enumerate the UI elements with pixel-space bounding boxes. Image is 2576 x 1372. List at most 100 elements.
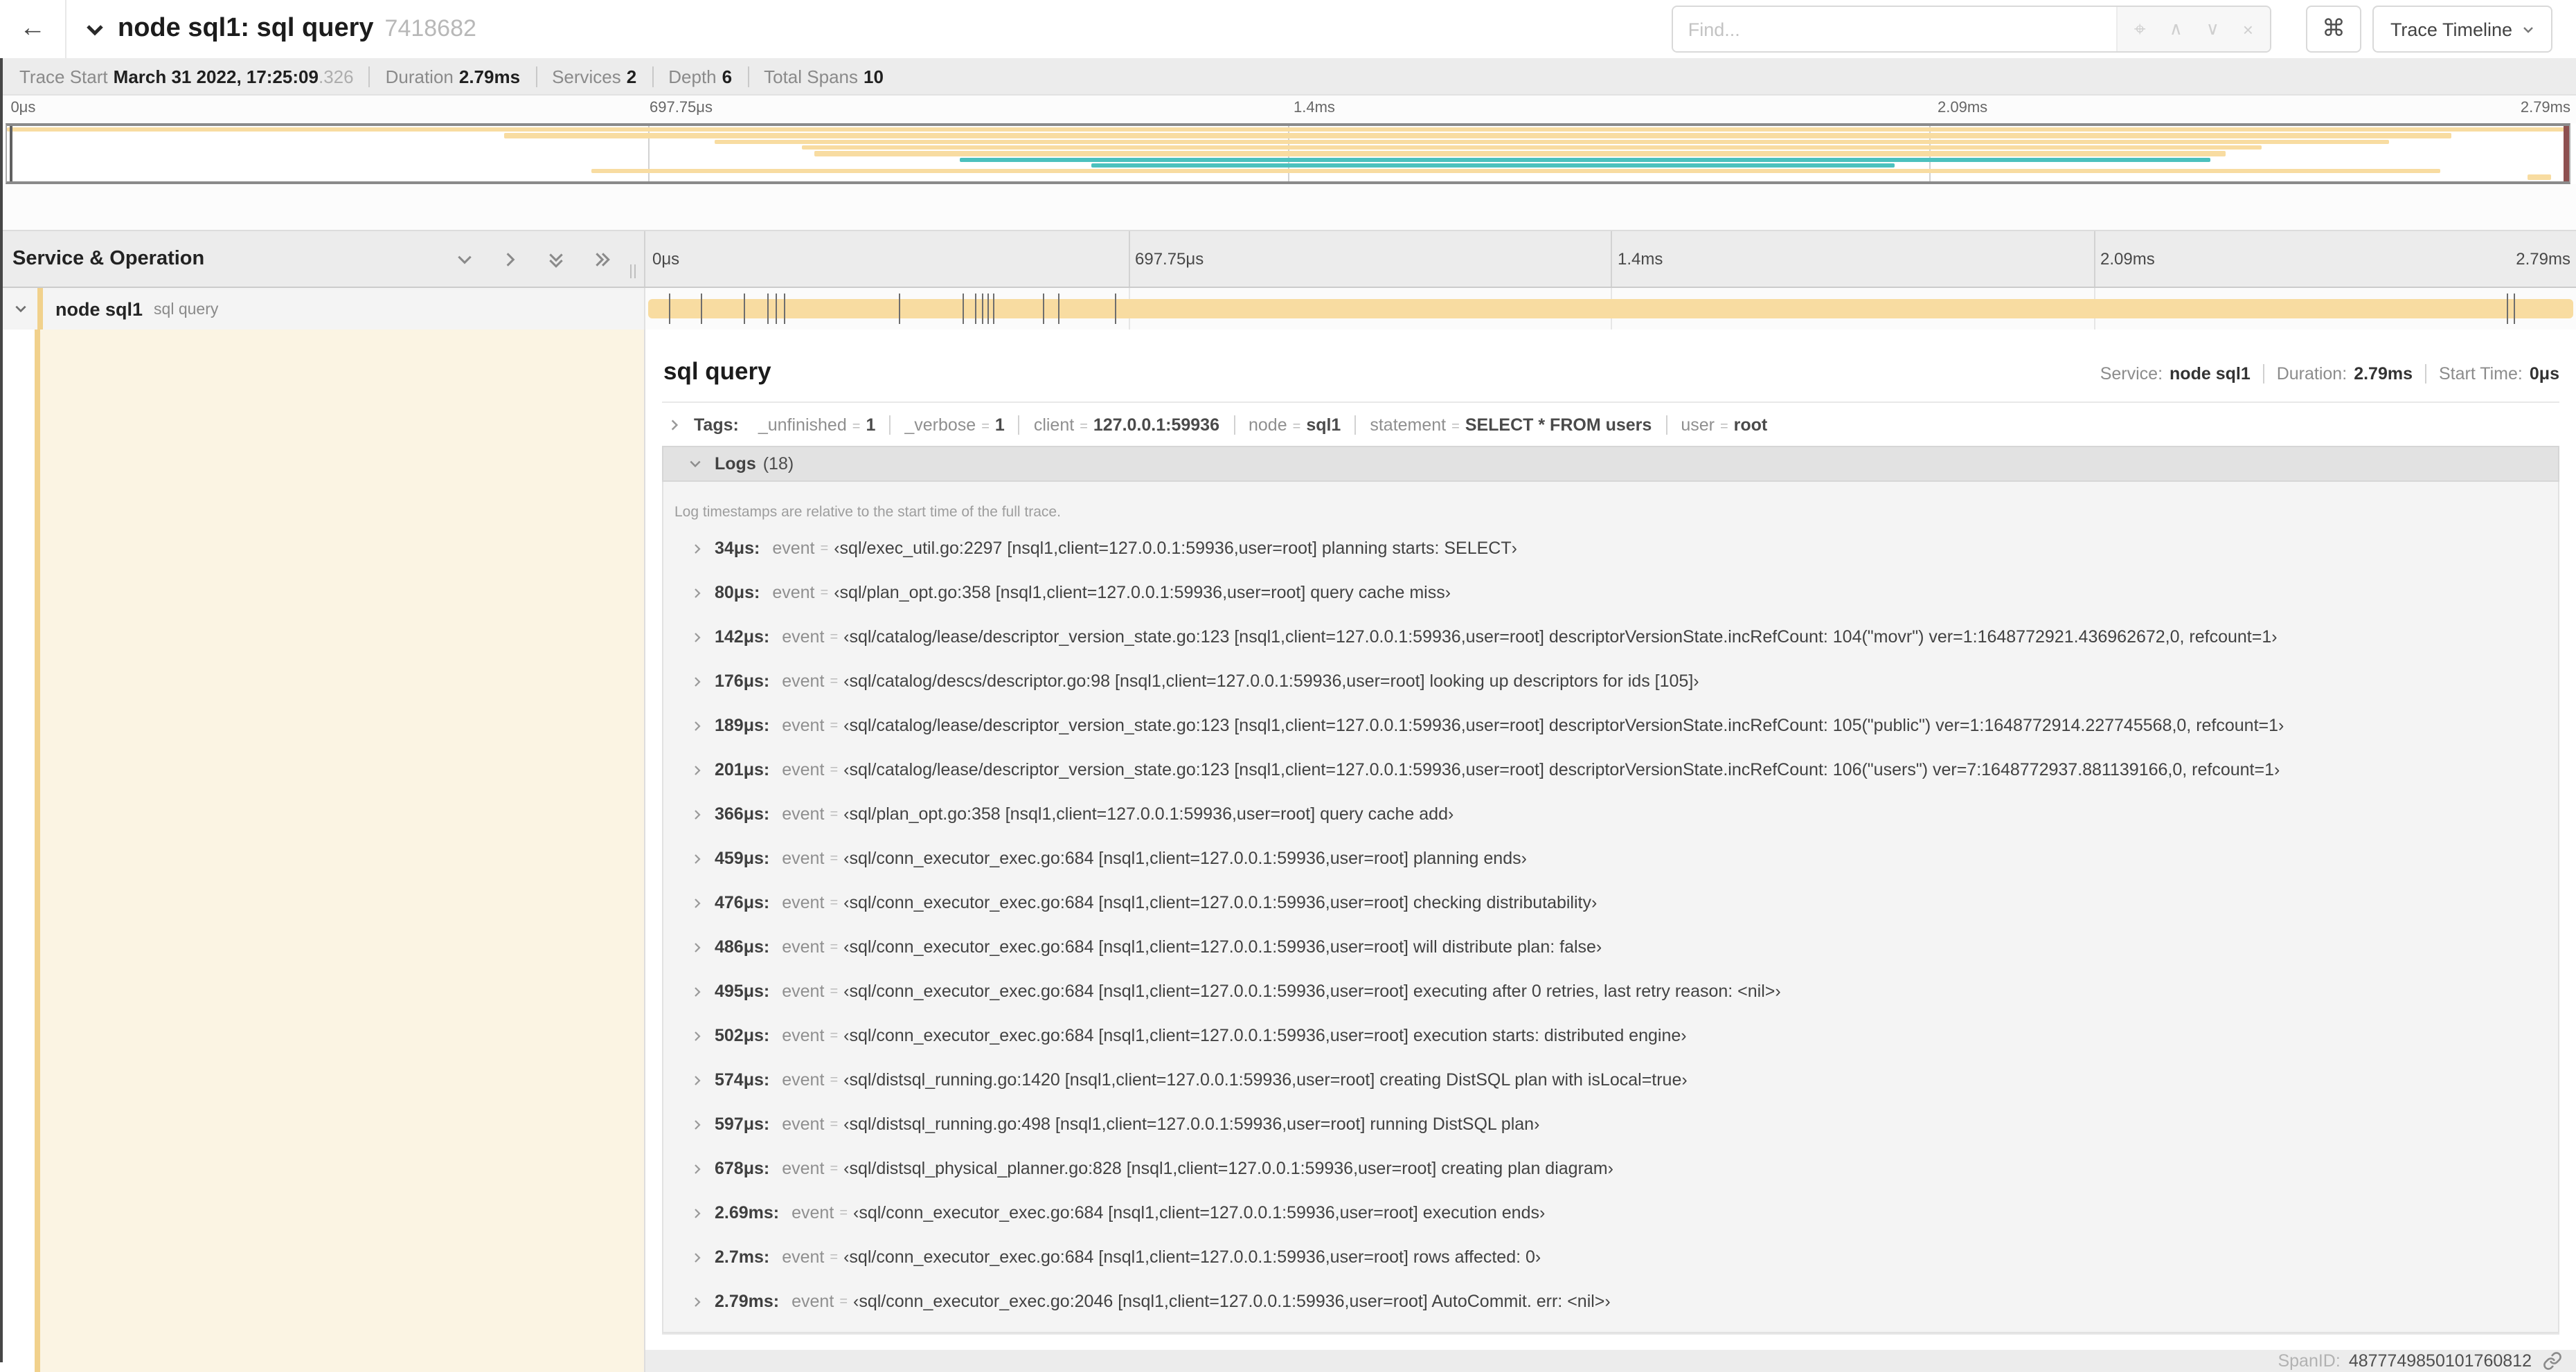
keyboard-shortcuts-button[interactable]: ⌘ — [2305, 6, 2361, 53]
ruler-tick-25: 697.75μs — [1135, 249, 1204, 269]
collapse-controls — [456, 250, 611, 268]
log-tick-mark — [776, 294, 778, 324]
equals-sign: = — [830, 806, 839, 822]
command-icon: ⌘ — [2321, 15, 2345, 42]
chevron-right-icon[interactable] — [691, 675, 704, 687]
equals-sign: = — [830, 674, 839, 689]
tag-item: node = sql1 — [1233, 415, 1354, 435]
logs-list: Log timestamps are relative to the start… — [662, 482, 2559, 1334]
minimap-left-scrubber[interactable] — [10, 126, 12, 181]
tags-accordion[interactable]: Tags: _unfinished = 1 _verbose = 1 client = 12… — [668, 413, 2559, 437]
log-entry[interactable]: 486μs: event = ‹sql/conn_executor_exec.g… — [663, 925, 2558, 969]
minimap-span-bar — [503, 133, 2451, 138]
log-field-value: ‹sql/catalog/lease/descriptor_version_st… — [843, 716, 2284, 736]
log-entry[interactable]: 201μs: event = ‹sql/catalog/lease/descri… — [663, 748, 2558, 792]
log-entry[interactable]: 366μs: event = ‹sql/plan_opt.go:358 [nsq… — [663, 792, 2558, 836]
log-entry[interactable]: 2.79ms: event = ‹sql/conn_executor_exec.… — [663, 1279, 2558, 1324]
log-entry[interactable]: 495μs: event = ‹sql/conn_executor_exec.g… — [663, 969, 2558, 1013]
chevron-right-icon[interactable] — [668, 419, 681, 433]
chevron-right-icon[interactable] — [691, 941, 704, 953]
find-clear-icon[interactable]: × — [2243, 19, 2253, 39]
chevron-right-icon[interactable] — [691, 1207, 704, 1219]
expand-all-icon[interactable] — [593, 250, 611, 268]
log-tick-mark — [974, 294, 976, 324]
log-timestamp: 502μs: — [715, 1026, 770, 1046]
minimap-right-scrubber[interactable] — [2564, 126, 2569, 181]
log-field-value: ‹sql/distsql_running.go:498 [nsql1,clien… — [843, 1114, 1540, 1135]
locate-icon[interactable]: ⌖ — [2134, 17, 2146, 41]
log-tick-mark — [898, 294, 900, 324]
chevron-right-icon[interactable] — [691, 1162, 704, 1175]
span-collapse-chevron-icon[interactable] — [14, 302, 28, 316]
log-entry[interactable]: 502μs: event = ‹sql/conn_executor_exec.g… — [663, 1013, 2558, 1058]
log-entry[interactable]: 176μs: event = ‹sql/catalog/descs/descri… — [663, 659, 2558, 703]
chevron-right-icon[interactable] — [691, 586, 704, 599]
chevron-right-icon[interactable] — [691, 764, 704, 776]
span-row-timeline-cell[interactable] — [645, 288, 2576, 330]
meta-label: Total Spans — [764, 66, 858, 87]
chevron-right-icon[interactable] — [691, 631, 704, 643]
log-field-key: event — [782, 982, 825, 1002]
find-next-icon[interactable]: ∨ — [2206, 18, 2219, 40]
log-field-value: ‹sql/exec_util.go:2297 [nsql1,client=127… — [834, 539, 1517, 559]
trace-collapse-chevron-icon[interactable] — [84, 19, 105, 39]
expand-one-icon[interactable] — [501, 250, 519, 268]
column-resizer-grip[interactable] — [630, 264, 636, 278]
chevron-right-icon[interactable] — [691, 542, 704, 554]
equals-sign: = — [1292, 419, 1301, 435]
log-entry[interactable]: 2.69ms: event = ‹sql/conn_executor_exec.… — [663, 1191, 2558, 1235]
collapse-all-icon[interactable] — [547, 250, 565, 268]
log-entry[interactable]: 2.7ms: event = ‹sql/conn_executor_exec.g… — [663, 1235, 2558, 1279]
trace-view-selector[interactable]: Trace Timeline — [2372, 6, 2552, 53]
span-row-name-cell[interactable]: node sql1 sql query — [0, 288, 645, 330]
log-entry[interactable]: 476μs: event = ‹sql/conn_executor_exec.g… — [663, 881, 2558, 925]
log-field-key: event — [782, 1114, 825, 1135]
tag-key: user — [1681, 415, 1715, 435]
tag-item: _verbose = 1 — [889, 415, 1018, 435]
span-duration-bar[interactable] — [648, 299, 2573, 318]
tag-key: client — [1033, 415, 1075, 435]
logs-header[interactable]: Logs (18) — [662, 446, 2559, 482]
deep-link-icon[interactable] — [2543, 1351, 2562, 1371]
log-field-key: event — [782, 804, 825, 824]
chevron-right-icon[interactable] — [691, 808, 704, 820]
meta-value: 2.79ms — [458, 66, 521, 87]
find-group: ⌖ ∧ ∨ × — [1671, 6, 2271, 53]
log-entry[interactable]: 189μs: event = ‹sql/catalog/lease/descri… — [663, 703, 2558, 748]
log-tick-mark — [963, 294, 965, 324]
log-tick-mark — [743, 294, 745, 324]
log-entry[interactable]: 678μs: event = ‹sql/distsql_physical_pla… — [663, 1146, 2558, 1191]
log-timestamp: 34μs: — [715, 539, 760, 559]
find-prev-icon[interactable]: ∧ — [2170, 18, 2183, 40]
chevron-right-icon[interactable] — [691, 1074, 704, 1086]
overview-label: Service: — [2100, 364, 2163, 383]
chevron-right-icon[interactable] — [691, 1029, 704, 1042]
log-field-value: ‹sql/catalog/descs/descriptor.go:98 [nsq… — [843, 671, 1699, 692]
minimap-canvas[interactable] — [6, 123, 2570, 184]
meta-label: Services — [552, 66, 621, 87]
ruler-tick-75: 2.09ms — [2100, 249, 2155, 269]
log-timestamp: 597μs: — [715, 1114, 770, 1135]
back-button[interactable]: ← — [0, 0, 66, 58]
chevron-right-icon[interactable] — [691, 852, 704, 865]
log-timestamp: 486μs: — [715, 937, 770, 957]
chevron-right-icon[interactable] — [691, 719, 704, 732]
log-entry[interactable]: 142μs: event = ‹sql/catalog/lease/descri… — [663, 615, 2558, 659]
log-entry[interactable]: 574μs: event = ‹sql/distsql_running.go:1… — [663, 1058, 2558, 1102]
equals-sign: = — [830, 1249, 839, 1265]
log-entry[interactable]: 80μs: event = ‹sql/plan_opt.go:358 [nsql… — [663, 570, 2558, 615]
log-tick-mark — [1058, 294, 1060, 324]
find-input[interactable] — [1672, 7, 2116, 51]
chevron-right-icon[interactable] — [691, 896, 704, 909]
chevron-right-icon[interactable] — [691, 1295, 704, 1308]
log-field-value: ‹sql/catalog/lease/descriptor_version_st… — [843, 627, 2278, 647]
log-entry[interactable]: 34μs: event = ‹sql/exec_util.go:2297 [ns… — [663, 526, 2558, 570]
minimap-span-bar — [714, 139, 2390, 144]
chevron-right-icon[interactable] — [691, 1251, 704, 1263]
log-field-value: ‹sql/conn_executor_exec.go:684 [nsql1,cl… — [843, 849, 1527, 869]
log-entry[interactable]: 459μs: event = ‹sql/conn_executor_exec.g… — [663, 836, 2558, 881]
chevron-right-icon[interactable] — [691, 1118, 704, 1130]
chevron-right-icon[interactable] — [691, 985, 704, 998]
log-entry[interactable]: 597μs: event = ‹sql/distsql_running.go:4… — [663, 1102, 2558, 1146]
collapse-one-icon[interactable] — [456, 250, 474, 268]
